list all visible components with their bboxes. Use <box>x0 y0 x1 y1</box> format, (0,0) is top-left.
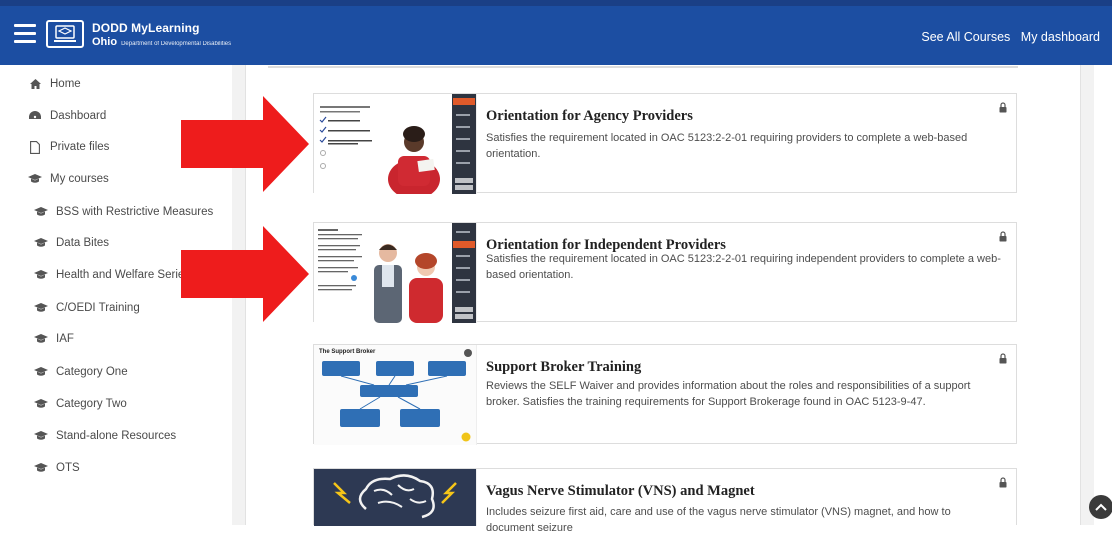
graduation-cap-icon <box>34 270 48 280</box>
lock-icon <box>999 102 1007 113</box>
course-description: Satisfies the requirement located in OAC… <box>486 132 968 160</box>
course-thumbnail[interactable] <box>314 223 477 323</box>
sidebar-item-label: My courses <box>50 173 109 185</box>
sidebar-item-home[interactable]: Home <box>28 74 81 94</box>
sidebar-item-private-files[interactable]: Private files <box>28 137 109 157</box>
home-icon <box>28 79 42 89</box>
graduation-cap-icon <box>34 431 48 441</box>
dashboard-icon <box>28 111 42 121</box>
nav-links: See All Courses My dashboard <box>914 30 1100 44</box>
course-thumbnail[interactable] <box>314 469 477 526</box>
lock-icon <box>999 231 1007 242</box>
sidebar-item-category-two[interactable]: Category Two <box>34 394 127 414</box>
sidebar-item-data-bites[interactable]: Data Bites <box>34 233 109 253</box>
see-all-courses-link[interactable]: See All Courses <box>921 30 1010 44</box>
sidebar-item-label: BSS with Restrictive Measures <box>56 206 214 218</box>
lock-icon <box>999 353 1007 364</box>
sidebar-item-bss[interactable]: BSS with Restrictive Measures <box>34 202 213 222</box>
sidebar-item-my-courses[interactable]: My courses <box>28 169 109 189</box>
scroll-to-top-button[interactable] <box>1089 495 1112 519</box>
course-title[interactable]: Orientation for Agency Providers <box>486 108 693 125</box>
top-navbar: DODD MyLearning Ohio Department of Develo… <box>0 0 1112 65</box>
sidebar-item-label: Private files <box>50 141 110 153</box>
red-arrow-icon <box>181 226 309 322</box>
course-card-independent[interactable]: Orientation for Independent Providers Sa… <box>313 222 1017 323</box>
divider <box>268 66 1018 68</box>
sidebar-item-iaf[interactable]: IAF <box>34 329 74 349</box>
sidebar-item-label: Stand-alone Resources <box>56 430 177 442</box>
course-description: Includes seizure first aid, care and use… <box>486 506 951 534</box>
lock-icon <box>999 477 1007 488</box>
course-description: Satisfies the requirement located in OAC… <box>486 253 1001 281</box>
course-card-support-broker[interactable]: The Support Broker Support Broker Traini… <box>313 344 1017 445</box>
brand-state: Ohio <box>92 36 118 48</box>
graduation-cap-icon <box>34 367 48 377</box>
red-arrow-icon <box>181 96 309 192</box>
course-card-agency[interactable]: Orientation for Agency Providers Satisfi… <box>313 93 1017 194</box>
brand-logo[interactable] <box>46 20 84 48</box>
graduation-cap-icon <box>34 399 48 409</box>
sidebar-item-ots[interactable]: OTS <box>34 458 80 478</box>
graduation-cap-icon <box>34 334 48 344</box>
sidebar-item-label: OTS <box>56 462 80 474</box>
sidebar-item-dashboard[interactable]: Dashboard <box>28 106 106 126</box>
graduation-cap-icon <box>34 303 48 313</box>
graduation-cap-icon <box>34 238 48 248</box>
menu-icon[interactable] <box>14 24 36 44</box>
course-thumbnail[interactable] <box>314 94 477 194</box>
brand-dept: Department of Developmental Disabilities <box>121 41 232 47</box>
chevron-up-icon <box>1095 503 1107 511</box>
graduation-cap-icon <box>34 207 48 217</box>
sidebar-item-label: Data Bites <box>56 237 110 249</box>
sidebar-item-category-one[interactable]: Category One <box>34 362 128 382</box>
graduation-cap-icon <box>28 174 42 184</box>
course-title[interactable]: Vagus Nerve Stimulator (VNS) and Magnet <box>486 483 755 500</box>
sidebar-item-label: Category One <box>56 366 128 378</box>
course-description: Reviews the SELF Waiver and provides inf… <box>486 380 971 408</box>
file-icon <box>28 140 42 154</box>
graduation-cap-icon <box>34 463 48 473</box>
course-thumbnail[interactable]: The Support Broker <box>314 345 477 445</box>
sidebar-item-label: IAF <box>56 333 74 345</box>
brand-title: DODD MyLearning <box>92 21 200 35</box>
course-card-vns[interactable]: Vagus Nerve Stimulator (VNS) and Magnet … <box>313 468 1017 534</box>
sidebar-item-label: Health and Welfare Series <box>56 269 191 281</box>
sidebar-item-label: Dashboard <box>50 110 107 122</box>
sidebar-item-stand-alone[interactable]: Stand-alone Resources <box>34 426 176 446</box>
laptop-cap-icon <box>54 25 76 42</box>
my-dashboard-link[interactable]: My dashboard <box>1021 30 1100 44</box>
sidebar-item-label: Category Two <box>56 398 127 410</box>
sidebar-item-health-welfare[interactable]: Health and Welfare Series <box>34 265 190 285</box>
brand-subtitle: Ohio Department of Developmental Disabili… <box>92 36 231 48</box>
sidebar-item-label: Home <box>50 78 81 90</box>
sidebar-item-coedi[interactable]: C/OEDI Training <box>34 298 140 318</box>
sidebar-item-label: C/OEDI Training <box>56 302 140 314</box>
course-title[interactable]: Support Broker Training <box>486 359 641 376</box>
